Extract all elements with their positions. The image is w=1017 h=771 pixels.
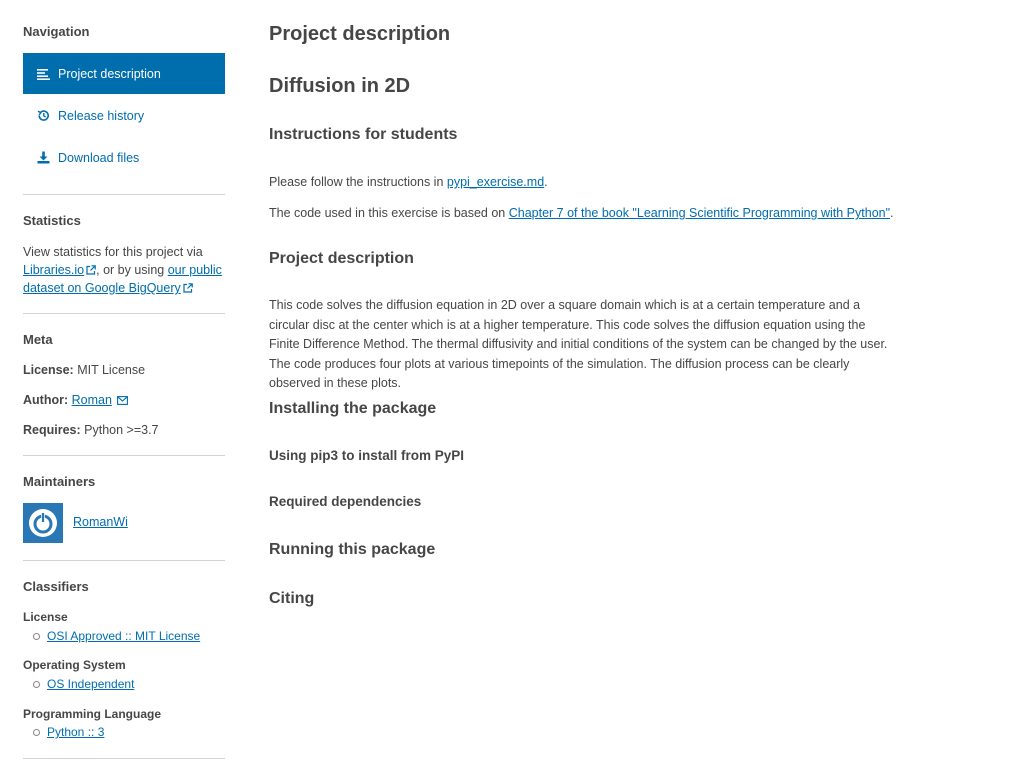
classifier-item: Python :: 3	[33, 725, 104, 739]
libraries-io-link[interactable]: Libraries.io	[23, 263, 84, 277]
classifier-group-title: Programming Language	[23, 707, 162, 721]
divider	[23, 313, 225, 314]
page-title: Project description	[269, 23, 451, 45]
classifier-item: OSI Approved :: MIT License	[33, 629, 200, 643]
classifier-link[interactable]: OS Independent	[47, 677, 134, 691]
heading-instructions: Instructions for students	[269, 126, 458, 143]
meta-requires-label: Requires:	[23, 423, 81, 437]
meta-author: Author: Roman	[23, 393, 129, 407]
envelope-icon	[117, 394, 129, 405]
align-left-icon	[36, 67, 50, 81]
bullet	[33, 632, 40, 640]
classifier-group-title: License	[23, 610, 68, 624]
classifier-item: OS Independent	[33, 677, 134, 691]
power-icon	[29, 509, 57, 537]
meta-license: License: MIT License	[23, 363, 145, 377]
external-link-icon	[183, 280, 193, 293]
heading-diffusion: Diffusion in 2D	[269, 75, 411, 97]
text: .	[890, 206, 894, 220]
heading-dependencies: Required dependencies	[269, 494, 422, 509]
statistics-text: View statistics for this project via Lib…	[23, 243, 225, 297]
classifiers-heading: Classifiers	[23, 579, 89, 594]
paragraph-code-based: The code used in this exercise is based …	[269, 204, 894, 224]
paragraph-project-description: This code solves the diffusion equation …	[269, 298, 888, 390]
text: .	[544, 175, 548, 189]
classifier-link[interactable]: Python :: 3	[47, 725, 104, 739]
author-link[interactable]: Roman	[72, 393, 112, 407]
avatar[interactable]	[23, 503, 63, 543]
heading-running: Running this package	[269, 541, 436, 558]
history-icon	[36, 109, 50, 123]
chapter-7-link[interactable]: Chapter 7 of the book "Learning Scientif…	[509, 206, 890, 220]
meta-license-value: MIT License	[77, 363, 146, 377]
meta-license-label: License:	[23, 363, 74, 377]
maintainers-heading: Maintainers	[23, 474, 96, 489]
meta-requires-value: Python >=3.7	[84, 423, 159, 437]
download-icon	[36, 151, 50, 165]
statistics-text-middle: , or by using	[96, 263, 168, 277]
divider	[23, 455, 225, 456]
pypi-exercise-link[interactable]: pypi_exercise.md	[447, 175, 544, 189]
external-link-icon	[86, 262, 96, 275]
heading-citing: Citing	[269, 590, 315, 607]
maintainer-link[interactable]: RomanWi	[73, 515, 128, 529]
heading-pip3: Using pip3 to install from PyPI	[269, 448, 465, 463]
meta-author-label: Author:	[23, 393, 69, 407]
divider	[23, 758, 225, 759]
meta-heading: Meta	[23, 332, 53, 347]
navigation-heading: Navigation	[23, 24, 90, 39]
nav-item-label: Download files	[58, 150, 140, 165]
divider	[23, 194, 225, 195]
nav-item-release-history[interactable]: Release history	[23, 95, 225, 136]
text: The code used in this exercise is based …	[269, 206, 509, 220]
classifier-link[interactable]: OSI Approved :: MIT License	[47, 629, 200, 643]
nav-item-project-description[interactable]: Project description	[23, 53, 225, 94]
paragraph-instructions: Please follow the instructions in pypi_e…	[269, 173, 548, 193]
statistics-text-before: View statistics for this project via	[23, 245, 203, 259]
classifier-group-title: Operating System	[23, 658, 126, 672]
statistics-heading: Statistics	[23, 213, 81, 228]
bullet	[33, 680, 40, 688]
heading-installing: Installing the package	[269, 400, 437, 417]
nav-item-label: Project description	[58, 66, 161, 81]
meta-requires: Requires: Python >=3.7	[23, 423, 159, 437]
bullet	[33, 728, 40, 736]
nav-item-label: Release history	[58, 108, 145, 123]
divider	[23, 560, 225, 561]
heading-project-description: Project description	[269, 250, 414, 267]
nav-item-download-files[interactable]: Download files	[23, 137, 225, 178]
text: Please follow the instructions in	[269, 175, 447, 189]
